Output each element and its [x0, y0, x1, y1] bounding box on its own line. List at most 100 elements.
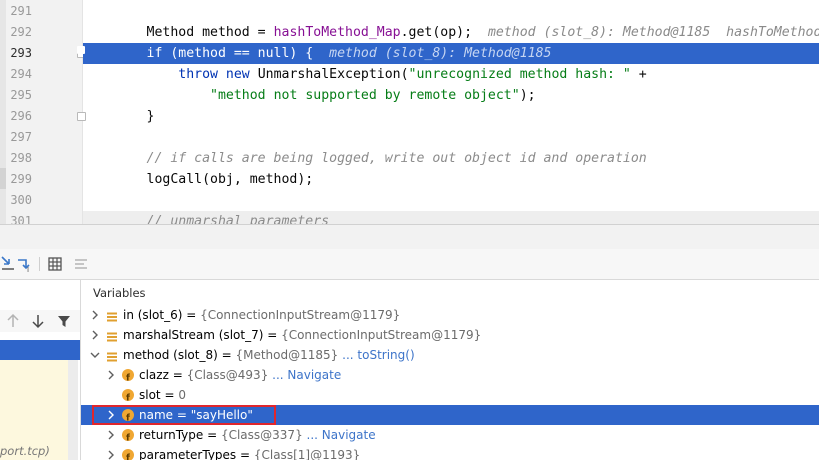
variable-name: returnType: [139, 428, 204, 442]
code-token: }: [83, 109, 155, 124]
variable-name: marshalStream (slot_7): [123, 328, 264, 342]
variable-entry: marshalStream (slot_7) = {ConnectionInpu…: [123, 325, 481, 345]
line-number[interactable]: 297: [0, 127, 32, 148]
code-line[interactable]: [83, 190, 819, 211]
variable-name: method (slot_8): [123, 348, 218, 362]
chevron-right-icon[interactable]: [105, 445, 117, 460]
highlight-box: [92, 405, 276, 425]
list-icon: [106, 329, 118, 342]
variable-value: {Class[1]@1193}: [253, 448, 361, 460]
code-line[interactable]: "method not supported by remote object")…: [83, 85, 819, 106]
line-number[interactable]: 293: [0, 43, 32, 64]
variable-name: in (slot_6): [123, 308, 183, 322]
code-line[interactable]: // if calls are being logged, write out …: [83, 148, 819, 169]
code-line[interactable]: // unmarshal parameters: [83, 211, 819, 224]
variable-eq: =: [168, 368, 187, 382]
evaluate-table-icon[interactable]: [46, 255, 64, 273]
code-line[interactable]: logCall(obj, method);: [83, 169, 819, 190]
line-number[interactable]: 298: [0, 148, 32, 169]
svg-text:f: f: [126, 374, 130, 384]
code-token: .get(op);: [400, 25, 488, 40]
line-number[interactable]: 300: [0, 190, 32, 211]
variable-name: parameterTypes: [139, 448, 237, 460]
toolbar-separator: [39, 257, 40, 271]
variable-eq: =: [217, 348, 236, 362]
line-number[interactable]: 291: [0, 1, 32, 22]
selected-frame[interactable]: [0, 340, 80, 360]
line-number[interactable]: 299: [0, 169, 32, 190]
frames-scrollbar[interactable]: [68, 360, 78, 460]
variable-row[interactable]: in (slot_6) = {ConnectionInputStream@117…: [81, 305, 819, 325]
code-token: if (method == null) {: [83, 46, 330, 61]
code-line[interactable]: Method method = hashToMethod_Map.get(op)…: [83, 22, 819, 43]
arrow-down-icon[interactable]: [30, 312, 46, 334]
frames-toolbar: [0, 310, 80, 332]
chevron-down-icon[interactable]: [89, 345, 101, 365]
code-editor[interactable]: 291 292 293 294 295 296 297 298 299 300 301 Method…: [0, 0, 819, 224]
variable-entry: slot = 0: [139, 385, 186, 405]
variable-name: clazz: [139, 368, 169, 382]
variable-value: {ConnectionInputStream@1179}: [281, 328, 482, 342]
variable-value: {Class@337}: [220, 428, 303, 442]
code-token: "unrecognized method hash: ": [408, 67, 631, 82]
panel-splitter[interactable]: [0, 224, 819, 250]
line-number[interactable]: 301: [0, 211, 32, 224]
code-token: logCall(obj, method);: [83, 172, 314, 187]
chevron-right-icon[interactable]: [105, 365, 117, 385]
run-to-cursor-icon[interactable]: I: [16, 255, 34, 274]
line-number[interactable]: 294: [0, 64, 32, 85]
variable-row[interactable]: f returnType = {Class@337} ... Navigate: [81, 425, 819, 445]
variable-row[interactable]: f slot = 0: [81, 385, 819, 405]
code-line[interactable]: throw new UnmarshalException("unrecogniz…: [83, 64, 819, 85]
code-token: );: [519, 88, 536, 103]
editor-gutter: 291 292 293 294 295 296 297 298 299 300 301: [0, 0, 86, 224]
chevron-right-icon[interactable]: [89, 325, 101, 345]
variable-eq: =: [182, 308, 201, 322]
line-number[interactable]: 292: [0, 22, 32, 43]
svg-text:I: I: [27, 266, 29, 273]
svg-text:f: f: [126, 434, 130, 444]
filter-icon[interactable]: [56, 312, 72, 334]
frame-item-label[interactable]: port.tcp): [0, 444, 50, 458]
svg-text:f: f: [126, 454, 130, 460]
chevron-right-icon[interactable]: [105, 425, 117, 445]
variable-entry: method (slot_8) = {Method@1185} ... toSt…: [123, 345, 415, 365]
variable-eq: =: [236, 448, 254, 460]
variable-eq: =: [263, 328, 282, 342]
inline-debug-value: method (slot_8): Method@1185 hashToMetho…: [487, 25, 819, 40]
variable-eq: =: [160, 388, 179, 402]
current-code-line[interactable]: if (method == null) { method (slot_8): M…: [83, 43, 819, 64]
variable-row[interactable]: method (slot_8) = {Method@1185} ... toSt…: [81, 345, 819, 365]
code-line[interactable]: }: [83, 106, 819, 127]
variable-value: {Method@1185}: [235, 348, 339, 362]
code-line[interactable]: [83, 1, 819, 22]
line-number[interactable]: 296: [0, 106, 32, 127]
variable-row[interactable]: f parameterTypes = {Class[1]@1193}: [81, 445, 819, 460]
field-icon: f: [122, 369, 134, 384]
variable-link[interactable]: ... toString(): [342, 348, 414, 362]
execution-point-marker: [77, 46, 85, 54]
svg-text:f: f: [126, 394, 130, 404]
variable-entry: parameterTypes = {Class[1]@1193}: [139, 445, 360, 460]
variable-name: slot: [139, 388, 161, 402]
list-icon: [106, 349, 118, 362]
trace-stream-icon[interactable]: [72, 255, 90, 273]
inline-debug-value: method (slot_8): Method@1185: [329, 46, 552, 61]
line-number[interactable]: 295: [0, 85, 32, 106]
variable-row[interactable]: marshalStream (slot_7) = {ConnectionInpu…: [81, 325, 819, 345]
arrow-up-icon[interactable]: [5, 312, 21, 334]
variable-entry: clazz = {Class@493} ... Navigate: [139, 365, 341, 385]
code-token: +: [630, 67, 647, 82]
chevron-right-icon[interactable]: [89, 305, 101, 325]
code-token: Method method =: [83, 25, 274, 40]
field-icon: f: [122, 429, 134, 444]
field-icon: f: [122, 389, 134, 404]
variables-panel: Variables in (slot_6) = {ConnectionInput…: [81, 280, 819, 460]
variable-link[interactable]: ... Navigate: [272, 368, 341, 382]
variable-row[interactable]: f clazz = {Class@493} ... Navigate: [81, 365, 819, 385]
code-line[interactable]: [83, 127, 819, 148]
variable-link[interactable]: ... Navigate: [307, 428, 376, 442]
frames-panel: port.tcp): [0, 280, 81, 460]
code-area[interactable]: Method method = hashToMethod_Map.get(op)…: [83, 0, 819, 224]
variable-value: {ConnectionInputStream@1179}: [200, 308, 401, 322]
